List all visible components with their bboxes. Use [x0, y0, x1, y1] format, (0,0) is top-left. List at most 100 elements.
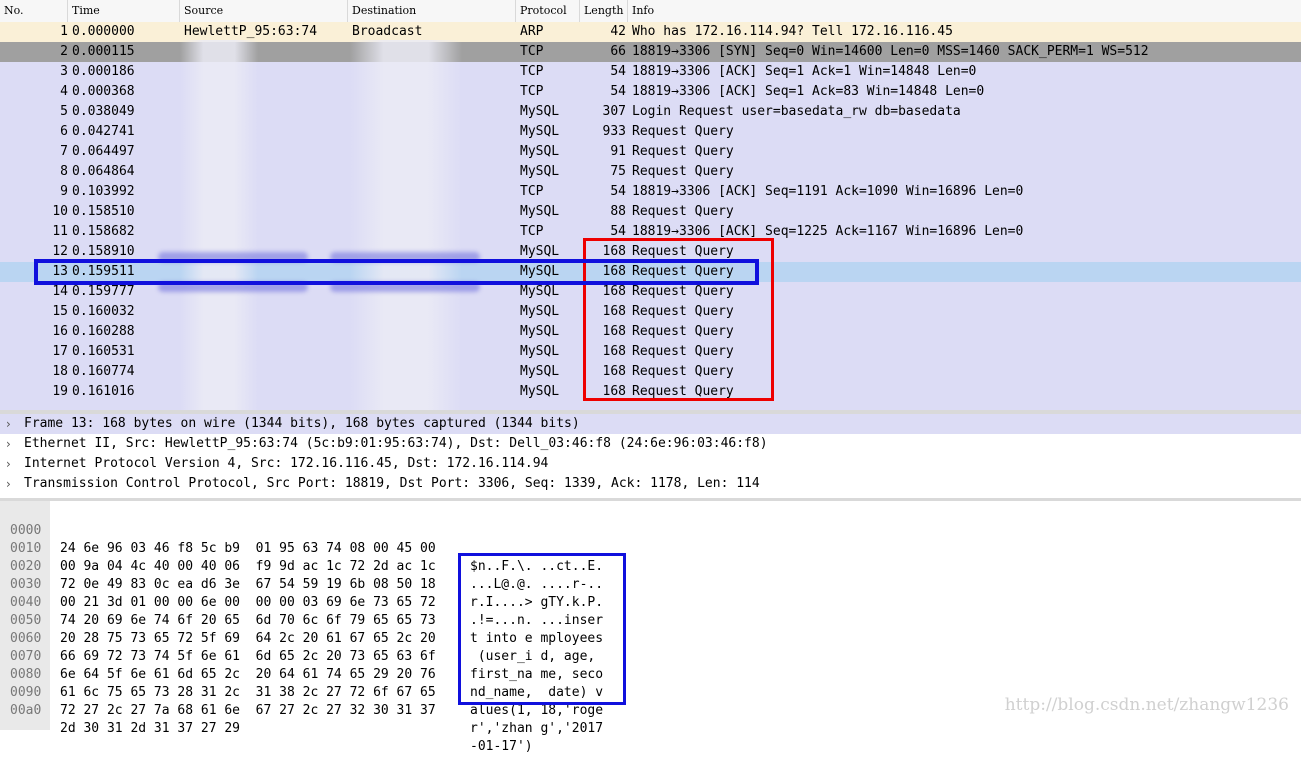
chevron-right-icon[interactable]: › [6, 414, 18, 434]
packet-details[interactable]: › Frame 13: 168 bytes on wire (1344 bits… [0, 410, 1301, 502]
byte-offset: 00a0 [10, 703, 42, 718]
byte-ascii[interactable]: r','zhan g','2017 [470, 720, 630, 738]
cell-time: 0.103992 [72, 184, 135, 199]
byte-row: 0050 20 28 75 73 65 72 5f 69 64 2c 20 61… [0, 594, 595, 664]
byte-row: 0060 66 69 72 73 74 5f 6e 61 6d 65 2c 20… [0, 612, 603, 682]
tree-item-ethernet[interactable]: › Ethernet II, Src: HewlettP_95:63:74 (5… [0, 434, 1301, 454]
column-length[interactable]: Length [580, 0, 628, 22]
cell-info: 18819→3306 [SYN] Seq=0 Win=14600 Len=0 M… [632, 44, 1149, 59]
cell-time: 0.000000 [72, 24, 135, 39]
cell-length: 54 [610, 64, 626, 79]
cell-info: Request Query [632, 164, 734, 179]
cell-time: 0.160288 [72, 324, 135, 339]
tree-item-label: Transmission Control Protocol, Src Port:… [24, 476, 760, 491]
byte-hex[interactable]: 00 21 3d 01 00 00 6e 00 00 00 03 69 6e 7… [60, 594, 460, 612]
cell-time: 0.160774 [72, 364, 135, 379]
cell-no: 10 [52, 204, 68, 219]
cell-no: 7 [60, 144, 68, 159]
byte-hex[interactable]: 61 6c 75 65 73 28 31 2c 31 38 2c 27 72 6… [60, 684, 460, 702]
byte-hex[interactable]: 20 28 75 73 65 72 5f 69 64 2c 20 61 67 6… [60, 630, 460, 648]
cell-time: 0.064864 [72, 164, 135, 179]
cell-info: 18819→3306 [ACK] Seq=1 Ack=83 Win=14848 … [632, 84, 985, 99]
byte-row: 00a0 2d 30 31 2d 31 37 27 29 -01-17') [0, 684, 533, 754]
cell-no: 6 [60, 124, 68, 139]
chevron-right-icon[interactable]: › [6, 434, 18, 454]
byte-hex[interactable]: 66 69 72 73 74 5f 6e 61 6d 65 2c 20 73 6… [60, 648, 460, 666]
cell-no: 18 [52, 364, 68, 379]
cell-protocol: TCP [520, 184, 544, 199]
column-header: No. Time Source Destination Protocol Len… [0, 0, 1301, 23]
cell-length: 54 [610, 84, 626, 99]
cell-time: 0.038049 [72, 104, 135, 119]
byte-row: 0070 6e 64 5f 6e 61 6d 65 2c 20 64 61 74… [0, 630, 603, 700]
cell-time: 0.000368 [72, 84, 135, 99]
cell-no: 2 [60, 44, 68, 59]
cell-no: 3 [60, 64, 68, 79]
byte-hex[interactable]: 72 0e 49 83 0c ea d6 3e 67 54 59 19 6b 0… [60, 576, 460, 594]
byte-row: 0010 00 9a 04 4c 40 00 40 06 f9 9d ac 1c… [0, 522, 603, 592]
cell-destination: Broadcast [352, 24, 423, 39]
column-destination[interactable]: Destination [348, 0, 516, 22]
cell-time: 0.158682 [72, 224, 135, 239]
cell-no: 16 [52, 324, 68, 339]
cell-no: 5 [60, 104, 68, 119]
cell-time: 0.158510 [72, 204, 135, 219]
tree-item-label: Ethernet II, Src: HewlettP_95:63:74 (5c:… [24, 436, 768, 451]
cell-protocol: MySQL [520, 204, 560, 219]
column-no[interactable]: No. [0, 0, 68, 22]
cell-protocol: TCP [520, 84, 544, 99]
cell-no: 4 [60, 84, 68, 99]
cell-no: 15 [52, 304, 68, 319]
byte-hex[interactable]: 00 9a 04 4c 40 00 40 06 f9 9d ac 1c 72 2… [60, 558, 460, 576]
byte-hex[interactable]: 74 20 69 6e 74 6f 20 65 6d 70 6c 6f 79 6… [60, 612, 460, 630]
cell-time: 0.161016 [72, 384, 135, 399]
cell-time: 0.042741 [72, 124, 135, 139]
cell-info: Request Query [632, 144, 734, 159]
tree-item-ipv4[interactable]: › Internet Protocol Version 4, Src: 172.… [0, 454, 1301, 474]
cell-no: 9 [60, 184, 68, 199]
byte-row: 0000 24 6e 96 03 46 f8 5c b9 01 95 63 74… [0, 504, 603, 574]
cell-source: HewlettP_95:63:74 [184, 24, 318, 39]
privacy-blur-destination [350, 40, 462, 410]
cell-protocol: MySQL [520, 384, 560, 399]
byte-hex[interactable]: 6e 64 5f 6e 61 6d 65 2c 20 64 61 74 65 2… [60, 666, 460, 684]
cell-protocol: MySQL [520, 124, 560, 139]
cell-protocol: MySQL [520, 104, 560, 119]
byte-hex[interactable]: 2d 30 31 2d 31 37 27 29 [60, 720, 460, 738]
cell-protocol: TCP [520, 224, 544, 239]
cell-time: 0.160531 [72, 344, 135, 359]
cell-length: 42 [610, 24, 626, 39]
column-source[interactable]: Source [180, 0, 348, 22]
byte-hex[interactable]: 24 6e 96 03 46 f8 5c b9 01 95 63 74 08 0… [60, 540, 460, 558]
chevron-right-icon[interactable]: › [6, 474, 18, 494]
table-row[interactable]: 1 0.000000 HewlettP_95:63:74 Broadcast A… [0, 22, 1301, 42]
column-protocol[interactable]: Protocol [516, 0, 580, 22]
cell-protocol: MySQL [520, 164, 560, 179]
byte-row: 0080 61 6c 75 65 73 28 31 2c 31 38 2c 27… [0, 648, 603, 718]
tree-item-frame[interactable]: › Frame 13: 168 bytes on wire (1344 bits… [0, 414, 1301, 434]
cell-protocol: MySQL [520, 284, 560, 299]
cell-info: Who has 172.16.114.94? Tell 172.16.116.4… [632, 24, 953, 39]
column-info[interactable]: Info [628, 0, 1301, 22]
column-time[interactable]: Time [68, 0, 180, 22]
cell-length: 91 [610, 144, 626, 159]
byte-row: 0030 00 21 3d 01 00 00 6e 00 00 00 03 69… [0, 558, 603, 628]
cell-time: 0.000115 [72, 44, 135, 59]
tree-item-label: Internet Protocol Version 4, Src: 172.16… [24, 456, 549, 471]
cell-protocol: MySQL [520, 344, 560, 359]
cell-time: 0.160032 [72, 304, 135, 319]
cell-length: 933 [602, 124, 626, 139]
cell-length: 66 [610, 44, 626, 59]
byte-ascii[interactable]: -01-17') [470, 738, 630, 756]
cell-info: Request Query [632, 124, 734, 139]
byte-row: 0020 72 0e 49 83 0c ea d6 3e 67 54 59 19… [0, 540, 603, 610]
cell-protocol: MySQL [520, 364, 560, 379]
cell-info: Request Query [632, 204, 734, 219]
cell-time: 0.000186 [72, 64, 135, 79]
chevron-right-icon[interactable]: › [6, 454, 18, 474]
tree-item-tcp[interactable]: › Transmission Control Protocol, Src Por… [0, 474, 1301, 494]
byte-hex[interactable]: 72 27 2c 27 7a 68 61 6e 67 27 2c 27 32 3… [60, 702, 460, 720]
annotation-blue-box-ascii [458, 553, 626, 705]
cell-info: 18819→3306 [ACK] Seq=1 Ack=1 Win=14848 L… [632, 64, 977, 79]
cell-protocol: MySQL [520, 144, 560, 159]
